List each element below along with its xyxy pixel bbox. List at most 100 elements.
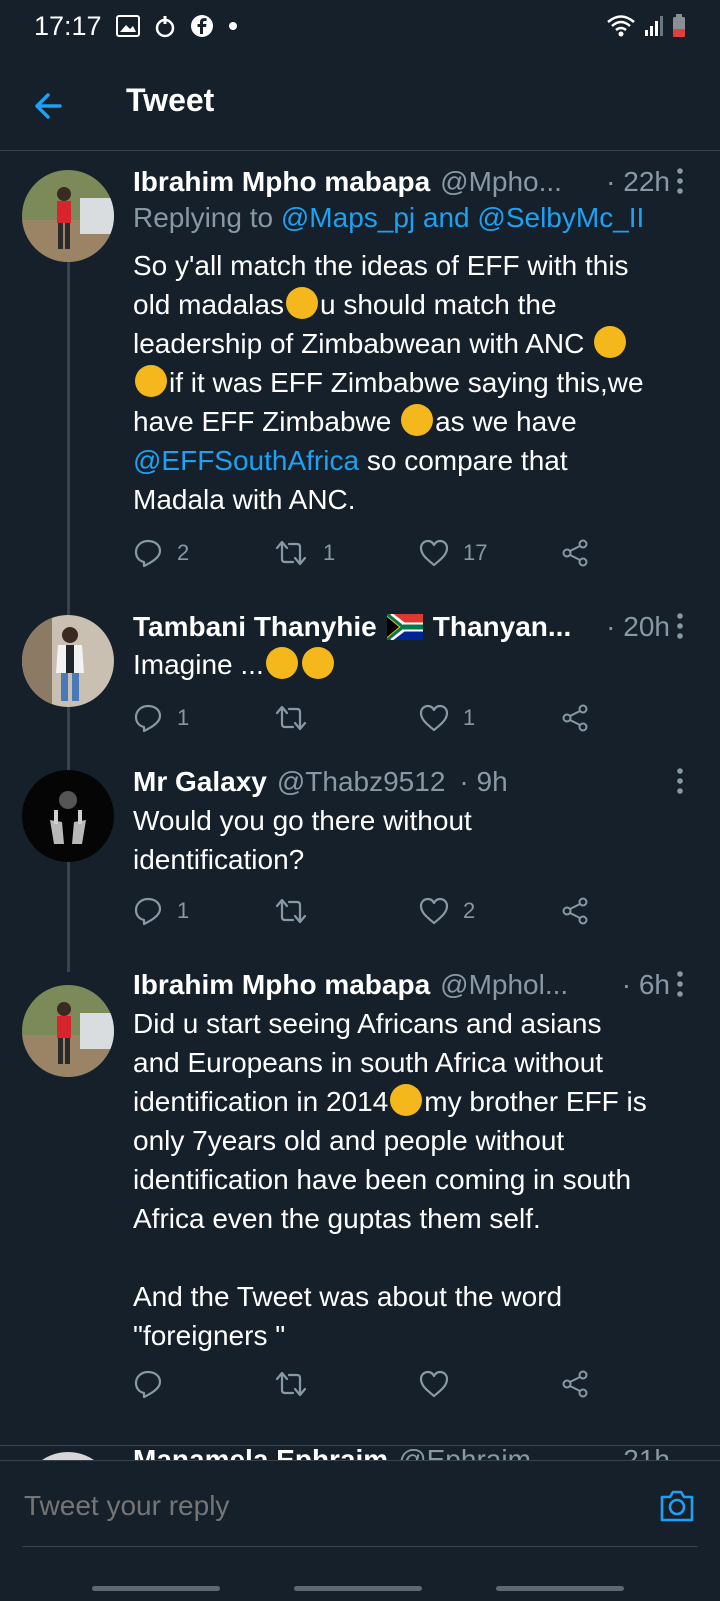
avatar[interactable] [22, 770, 114, 862]
tweet-4[interactable]: Ibrahim Mpho mabapa @Mphol... · 6h Did u… [0, 961, 720, 1445]
tweet-actions: 1 2 [133, 894, 603, 928]
more-vertical-icon[interactable] [670, 967, 690, 1007]
author-name[interactable]: Mr Galaxy [133, 766, 267, 798]
wifi-icon [606, 14, 636, 38]
camera-icon[interactable] [658, 1487, 696, 1525]
tweet-body: So y'all match the ideas of EFF with thi… [133, 250, 644, 515]
tweet-time: · 9h [459, 766, 508, 797]
author-name[interactable]: Ibrahim Mpho mabapa [133, 166, 430, 198]
author-handle[interactable]: @Ephraim... [398, 1446, 554, 1460]
author-handle[interactable]: Thanyan... [433, 611, 571, 643]
heart-icon [419, 1370, 449, 1398]
signal-icon [644, 15, 664, 37]
tears-of-joy-emoji [301, 647, 334, 679]
avatar[interactable] [22, 985, 114, 1077]
heart-icon [419, 897, 449, 925]
input-underline [22, 1546, 698, 1547]
tears-of-joy-emoji [594, 326, 627, 358]
more-vertical-icon[interactable] [670, 764, 690, 804]
tweet-actions: 2 1 17 [133, 536, 603, 570]
tweet-2[interactable]: Tambani Thanyhie Thanyan... · 20h Imagin… [0, 595, 720, 777]
avatar[interactable] [22, 615, 114, 707]
tweet-time: · 6h [621, 969, 670, 1000]
reply-input[interactable] [22, 1475, 636, 1537]
thread-line [67, 862, 70, 972]
reply-button[interactable]: 1 [133, 701, 189, 735]
heart-icon [419, 704, 449, 732]
tweet-time: · 20h [606, 611, 670, 642]
author-name[interactable]: Ibrahim Mpho mabapa [133, 969, 430, 1001]
retweet-button[interactable] [273, 1367, 323, 1401]
reply-icon [134, 704, 162, 733]
replying-to-users-link[interactable]: @Maps_pj and @SelbyMc_II [281, 202, 644, 233]
reply-button[interactable] [133, 1367, 177, 1401]
reply-button[interactable]: 1 [133, 894, 189, 928]
nav-recent-apps-pill[interactable] [92, 1586, 220, 1591]
retweet-icon [275, 540, 307, 566]
author-handle[interactable]: @Mpho... [440, 166, 562, 198]
tweet-actions: 1 1 [133, 701, 603, 735]
like-button[interactable] [419, 1367, 463, 1401]
more-vertical-icon[interactable] [670, 164, 690, 204]
thread-line [67, 262, 70, 602]
reply-icon [134, 897, 162, 926]
tears-of-joy-emoji [135, 365, 167, 397]
share-icon [562, 704, 588, 732]
reply-icon [134, 1370, 162, 1399]
nav-home-pill[interactable] [294, 1586, 422, 1591]
thread-line [67, 595, 70, 615]
top-app-bar: Tweet [0, 62, 720, 150]
author-handle[interactable]: @Mphol... [440, 969, 568, 1001]
share-icon [562, 1370, 588, 1398]
back-arrow-icon[interactable] [30, 86, 70, 126]
like-button[interactable]: 2 [419, 894, 475, 928]
south-africa-flag-icon [386, 614, 423, 640]
avatar[interactable] [22, 1452, 114, 1460]
retweet-icon [275, 705, 307, 731]
author-handle[interactable]: @Thabz9512 [277, 766, 446, 798]
tweet-time: · 22h [606, 166, 670, 197]
mention-link[interactable]: @EFFSouthAfrica [133, 445, 359, 476]
tweet-body: Did u start seeing Africans and asians a… [133, 1008, 647, 1351]
share-button[interactable] [561, 894, 603, 928]
share-button[interactable] [561, 1367, 603, 1401]
nav-back-pill[interactable] [496, 1586, 624, 1591]
avatar[interactable] [22, 170, 114, 262]
page-title: Tweet [126, 82, 215, 118]
retweet-button[interactable] [273, 894, 323, 928]
battery-low-icon [672, 14, 686, 38]
tweet-body: Imagine ... [133, 645, 693, 684]
more-notifications-dot-icon [228, 21, 238, 31]
share-button[interactable] [561, 701, 603, 735]
facebook-icon [190, 14, 214, 38]
like-button[interactable]: 1 [419, 701, 475, 735]
reply-icon [134, 539, 162, 568]
tweet-1[interactable]: Ibrahim Mpho mabapa @Mpho... · 22h Reply… [0, 150, 720, 602]
tears-of-joy-emoji [265, 647, 298, 679]
retweet-button[interactable] [273, 701, 323, 735]
status-bar: 17:17 [0, 0, 720, 52]
author-name[interactable]: Manamela Ephraim [133, 1446, 388, 1460]
reply-button[interactable]: 2 [133, 536, 189, 570]
retweet-icon [275, 898, 307, 924]
tweet-5[interactable]: Manamela Ephraim @Ephraim... · 21h [0, 1446, 720, 1460]
tweet-body: Would you go there without identificatio… [133, 805, 472, 875]
share-icon [562, 897, 588, 925]
upside-down-face-emoji [401, 404, 434, 436]
share-button[interactable] [561, 536, 603, 570]
author-name[interactable]: Tambani Thanyhie [133, 611, 377, 643]
tweet-actions [133, 1367, 603, 1401]
status-time: 17:17 [34, 10, 102, 41]
face-with-hand-over-mouth-emoji [285, 287, 318, 319]
tweet-3[interactable]: Mr Galaxy @Thabz9512 · 9h Would you go t… [0, 758, 720, 972]
thread-line [67, 758, 70, 770]
like-button[interactable]: 17 [419, 536, 487, 570]
replying-to: Replying to @Maps_pj and @SelbyMc_II [133, 202, 645, 233]
tweet-time: · 21h [598, 1446, 670, 1460]
reply-composer [0, 1460, 720, 1601]
thinking-face-emoji [390, 1084, 423, 1116]
retweet-button[interactable]: 1 [273, 536, 335, 570]
retweet-icon [275, 1371, 307, 1397]
more-vertical-icon[interactable] [670, 609, 690, 649]
gallery-notification-icon [115, 15, 140, 37]
